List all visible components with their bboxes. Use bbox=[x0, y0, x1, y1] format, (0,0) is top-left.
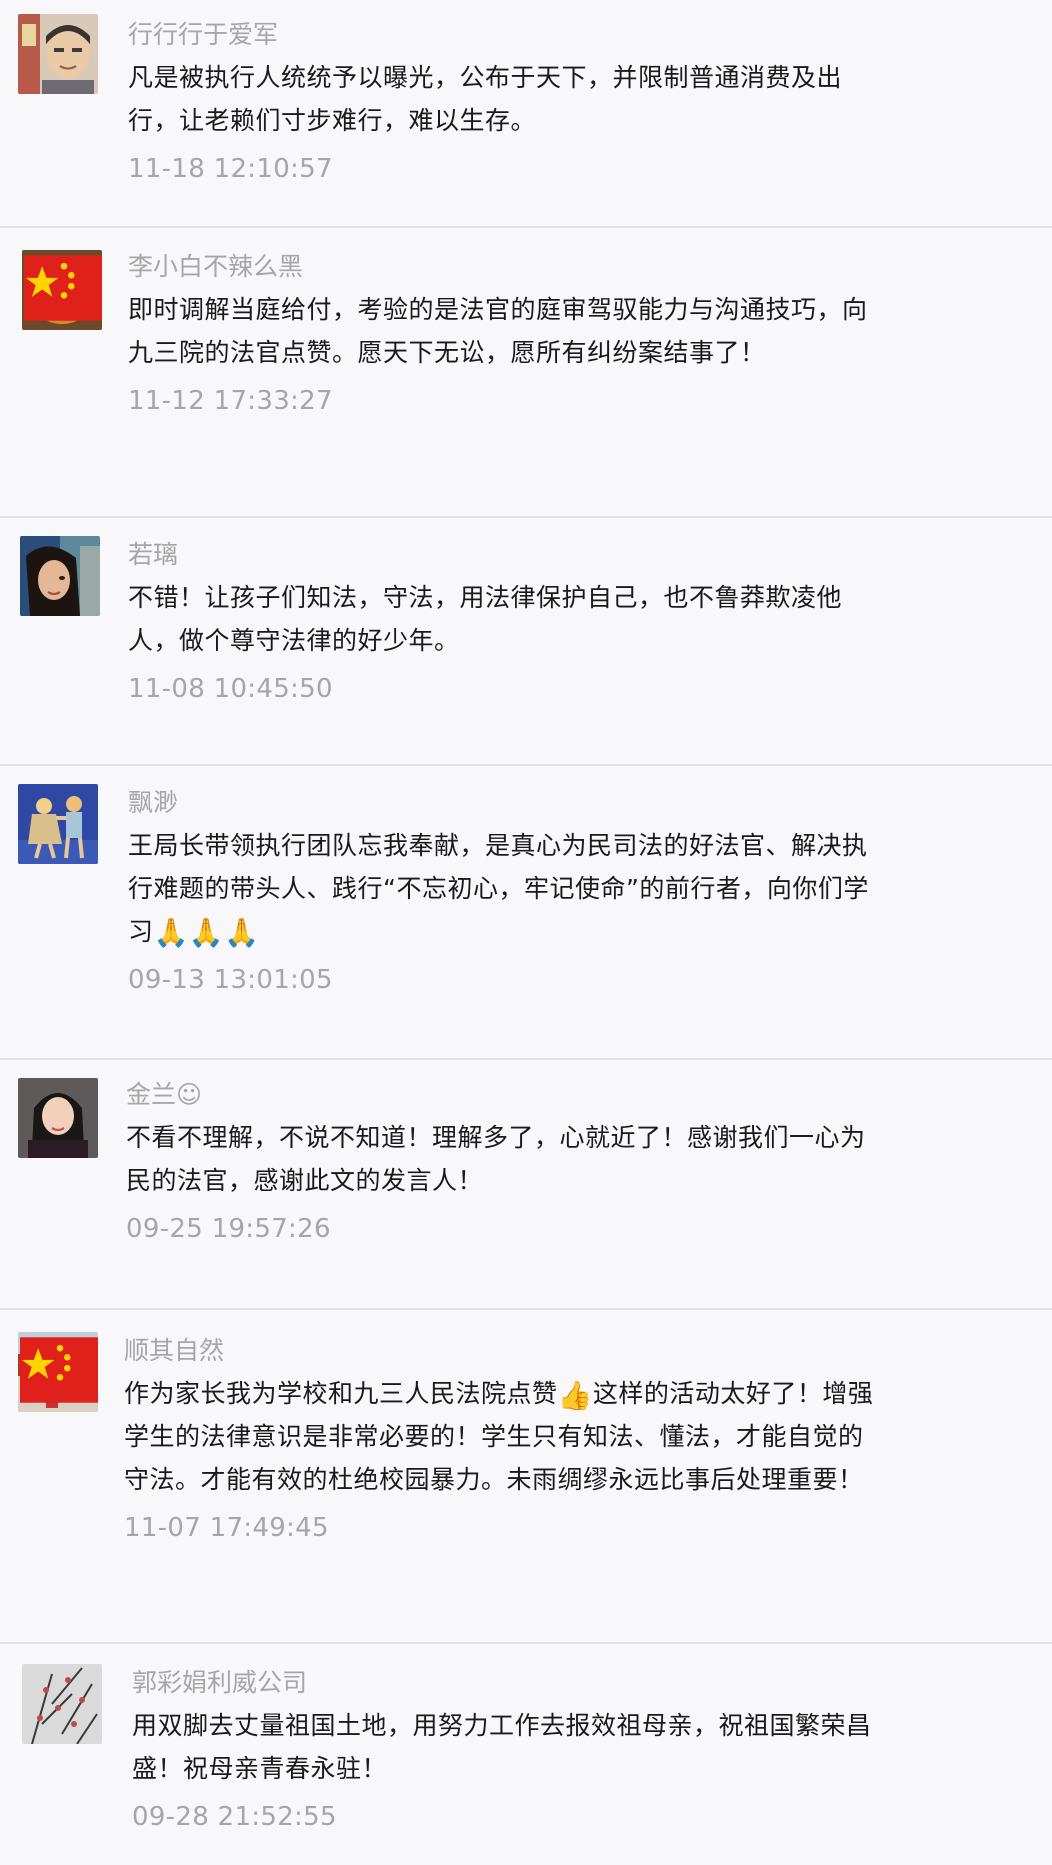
comment-author[interactable]: 金兰☺ bbox=[126, 1078, 886, 1116]
comment-author[interactable]: 若璃 bbox=[128, 538, 888, 576]
folded-hands-emoji-icon: 🙏🙏🙏 bbox=[153, 916, 260, 949]
comment-time: 11-08 10:45:50 bbox=[128, 674, 333, 704]
avatar-image bbox=[18, 784, 98, 864]
comment-time: 11-07 17:49:45 bbox=[124, 1513, 329, 1543]
comment-author[interactable]: 李小白不辣么黑 bbox=[128, 250, 888, 288]
avatar-image bbox=[20, 536, 100, 616]
user-avatar[interactable] bbox=[18, 14, 98, 94]
user-avatar[interactable] bbox=[18, 1332, 98, 1412]
comment-time: 09-28 21:52:55 bbox=[132, 1802, 337, 1832]
comment-list: 行行行于爱军 凡是被执行人统统予以曝光，公布于天下，并限制普通消费及出行，让老赖… bbox=[0, 0, 1052, 1865]
user-avatar[interactable] bbox=[22, 1664, 102, 1744]
comment-text: 用双脚去丈量祖国土地，用努力工作去报效祖母亲，祝祖国繁荣昌盛！祝母亲青春永驻！ bbox=[132, 1711, 872, 1783]
user-avatar[interactable] bbox=[22, 250, 102, 330]
comment-text: 凡是被执行人统统予以曝光，公布于天下，并限制普通消费及出行，让老赖们寸步难行，难… bbox=[128, 63, 843, 135]
avatar-image bbox=[18, 14, 98, 94]
comment-text: 即时调解当庭给付，考验的是法官的庭审驾驭能力与沟通技巧，向九三院的法官点赞。愿天… bbox=[128, 295, 868, 367]
avatar-image bbox=[22, 1664, 102, 1744]
comment-item: 若璃 不错！让孩子们知法，守法，用法律保护自己，也不鲁莽欺凌他人，做个尊守法律的… bbox=[0, 518, 1052, 766]
comment-item: 李小白不辣么黑 即时调解当庭给付，考验的是法官的庭审驾驭能力与沟通技巧，向九三院… bbox=[0, 228, 1052, 518]
china-flag-icon bbox=[20, 1337, 98, 1403]
comment-item: 飘渺 王局长带领执行团队忘我奉献，是真心为民司法的好法官、解决执行难题的带头人、… bbox=[0, 766, 1052, 1060]
comment-text: 不错！让孩子们知法，守法，用法律保护自己，也不鲁莽欺凌他人，做个尊守法律的好少年… bbox=[128, 583, 843, 655]
comment-item: 顺其自然 作为家长我为学校和九三人民法院点赞👍这样的活动太好了！增强学生的法律意… bbox=[0, 1310, 1052, 1644]
user-avatar[interactable] bbox=[18, 784, 98, 864]
user-avatar[interactable] bbox=[18, 1078, 98, 1158]
user-avatar[interactable] bbox=[20, 536, 100, 616]
comment-time: 11-12 17:33:27 bbox=[128, 386, 333, 416]
avatar-image bbox=[18, 1078, 98, 1158]
comment-time: 11-18 12:10:57 bbox=[128, 154, 333, 184]
comment-time: 09-13 13:01:05 bbox=[128, 965, 333, 995]
comment-item: 行行行于爱军 凡是被执行人统统予以曝光，公布于天下，并限制普通消费及出行，让老赖… bbox=[0, 0, 1052, 228]
thumbs-up-emoji-icon: 👍 bbox=[557, 1379, 593, 1412]
comment-item: 郭彩娟利威公司 用双脚去丈量祖国土地，用努力工作去报效祖母亲，祝祖国繁荣昌盛！祝… bbox=[0, 1644, 1052, 1865]
comment-author[interactable]: 飘渺 bbox=[128, 786, 888, 824]
comment-time: 09-25 19:57:26 bbox=[126, 1214, 331, 1244]
comment-text: 不看不理解，不说不知道！理解多了，心就近了！感谢我们一心为民的法官，感谢此文的发… bbox=[126, 1123, 866, 1195]
comment-text: 王局长带领执行团队忘我奉献，是真心为民司法的好法官、解决执行难题的带头人、践行“… bbox=[128, 831, 869, 949]
comment-item: 金兰☺ 不看不理解，不说不知道！理解多了，心就近了！感谢我们一心为民的法官，感谢… bbox=[0, 1060, 1052, 1310]
comment-author[interactable]: 顺其自然 bbox=[124, 1334, 884, 1372]
china-flag-icon bbox=[24, 255, 102, 321]
comment-author[interactable]: 行行行于爱军 bbox=[128, 18, 888, 56]
comment-text: 作为家长我为学校和九三人民法院点赞👍这样的活动太好了！增强学生的法律意识是非常必… bbox=[124, 1379, 874, 1494]
comment-author[interactable]: 郭彩娟利威公司 bbox=[132, 1666, 892, 1704]
